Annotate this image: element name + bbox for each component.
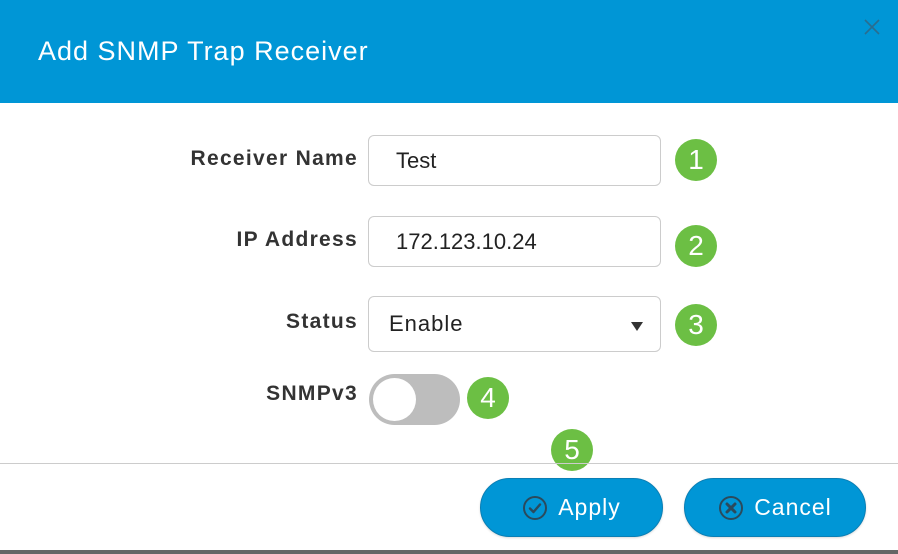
- footer-divider: [0, 463, 898, 464]
- apply-button[interactable]: Apply: [480, 478, 663, 537]
- step-badge-5: 5: [551, 429, 593, 471]
- status-label: Status: [286, 310, 358, 333]
- bottom-border: [0, 550, 898, 554]
- ip-address-label: IP Address: [236, 228, 358, 251]
- step-badge-1: 1: [675, 139, 717, 181]
- status-selected-value: Enable: [389, 311, 464, 336]
- receiver-name-label: Receiver Name: [190, 147, 358, 170]
- toggle-knob: [373, 378, 416, 421]
- status-select[interactable]: Enable: [368, 296, 661, 352]
- dialog-header: Add SNMP Trap Receiver: [0, 0, 898, 103]
- cancel-label: Cancel: [754, 494, 832, 520]
- snmpv3-toggle[interactable]: [369, 374, 460, 425]
- check-circle-icon: [523, 495, 548, 520]
- step-badge-3: 3: [675, 304, 717, 346]
- apply-label: Apply: [558, 494, 621, 520]
- x-circle-icon: [719, 495, 744, 520]
- step-badge-4: 4: [467, 377, 509, 419]
- receiver-name-input[interactable]: [368, 135, 661, 186]
- caret-down-icon: [631, 322, 643, 331]
- step-badge-2: 2: [675, 225, 717, 267]
- cancel-button[interactable]: Cancel: [684, 478, 866, 537]
- ip-address-input[interactable]: [368, 216, 661, 267]
- close-button[interactable]: [862, 17, 882, 37]
- dialog-title: Add SNMP Trap Receiver: [38, 36, 369, 66]
- snmpv3-label: SNMPv3: [266, 382, 358, 405]
- close-icon: [864, 19, 880, 35]
